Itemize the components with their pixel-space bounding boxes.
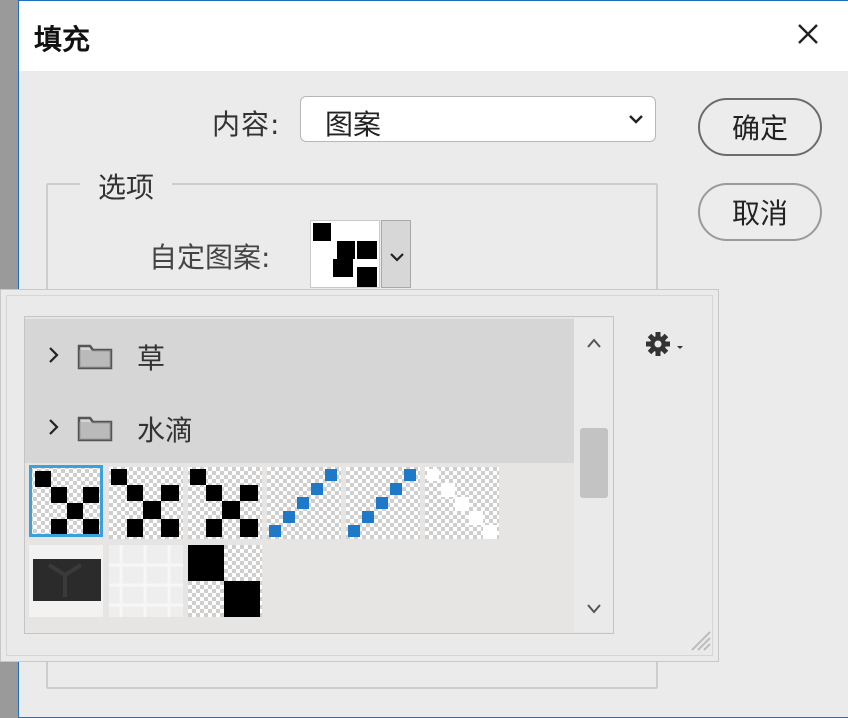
content-label: 内容: [212,108,281,141]
dialog-title: 填充 [34,23,91,56]
chevron-right-icon[interactable] [47,417,61,437]
custom-pattern-label: 自定图案: [149,241,271,274]
gear-icon[interactable] [645,331,687,357]
cancel-button[interactable]: 取消 [698,183,822,241]
scrollbar-thumb[interactable] [580,428,608,498]
pattern-thumbnail[interactable] [267,467,341,539]
pattern-preview-swatch[interactable] [310,220,380,288]
pattern-thumbnail[interactable] [29,465,103,537]
content-select[interactable]: 图案 [300,96,656,142]
ok-button[interactable]: 确定 [698,98,822,156]
pattern-list: 草 水滴 [24,316,614,634]
pattern-list-scrollbar[interactable] [574,318,613,632]
folder-row-grass[interactable]: 草 [25,319,575,391]
folder-icon [77,414,113,442]
pattern-thumbnail[interactable] [346,467,420,539]
pattern-thumbnail[interactable] [29,545,103,617]
folder-icon [77,342,113,370]
chevron-down-icon [627,110,645,128]
title-bar [19,1,848,71]
pattern-dropdown-button[interactable] [381,220,411,288]
chevron-down-icon [389,249,405,268]
scroll-up-icon[interactable] [586,334,602,348]
pattern-thumbnail[interactable] [188,467,262,539]
content-select-value: 图案 [325,108,382,141]
scroll-down-icon[interactable] [586,600,602,614]
folder-row-water-drops[interactable]: 水滴 [25,391,575,463]
pattern-thumbnail[interactable] [109,467,183,539]
pattern-thumbnail[interactable] [188,545,262,617]
pattern-thumbnail[interactable] [109,545,183,617]
folder-label: 水滴 [137,414,194,447]
options-legend: 选项 [80,166,173,206]
resize-grip-icon[interactable] [686,626,712,652]
pattern-thumbnail[interactable] [425,467,499,539]
folder-label: 草 [137,342,166,375]
chevron-right-icon[interactable] [47,345,61,365]
close-icon[interactable] [792,18,824,50]
